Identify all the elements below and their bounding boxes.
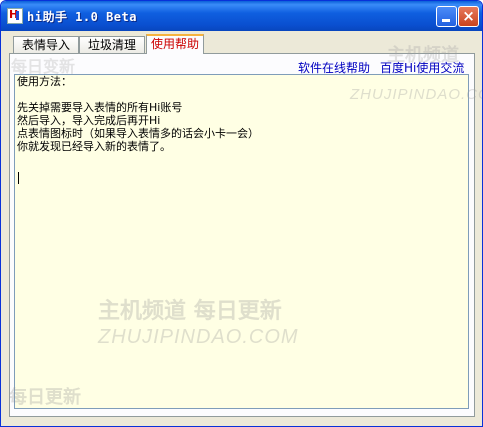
window-title: hi助手 1.0 Beta xyxy=(27,10,137,24)
close-button[interactable]: × xyxy=(458,6,479,27)
app-icon: H xyxy=(7,8,23,24)
app-window: H hi助手 1.0 Beta × 表情导入 垃圾清理 使用帮助 软件在线帮助 … xyxy=(0,0,483,427)
tab-junk-cleanup[interactable]: 垃圾清理 xyxy=(79,36,145,53)
help-line xyxy=(17,88,466,101)
minimize-button[interactable] xyxy=(436,6,457,27)
help-line: 先关掉需要导入表情的所有Hi账号 xyxy=(17,101,183,114)
text-caret xyxy=(18,172,19,184)
help-text-area[interactable]: 使用方法： 先关掉需要导入表情的所有Hi账号 然后导入，导入完成后再开Hi 点表… xyxy=(14,74,469,409)
tab-help[interactable]: 使用帮助 xyxy=(146,34,204,54)
title-bar[interactable]: H hi助手 1.0 Beta × xyxy=(1,1,482,31)
help-panel: 软件在线帮助 百度Hi使用交流 使用方法： 先关掉需要导入表情的所有Hi账号 然… xyxy=(9,53,475,417)
help-line: 然后导入，导入完成后再开Hi xyxy=(17,114,161,127)
help-line: 你就发现已经导入新的表情了。 xyxy=(17,140,171,153)
help-line: 点表情图标时（如果导入表情多的话会小卡一会） xyxy=(17,127,259,140)
help-line: 使用方法： xyxy=(17,75,72,88)
tab-emoji-import[interactable]: 表情导入 xyxy=(13,36,79,53)
